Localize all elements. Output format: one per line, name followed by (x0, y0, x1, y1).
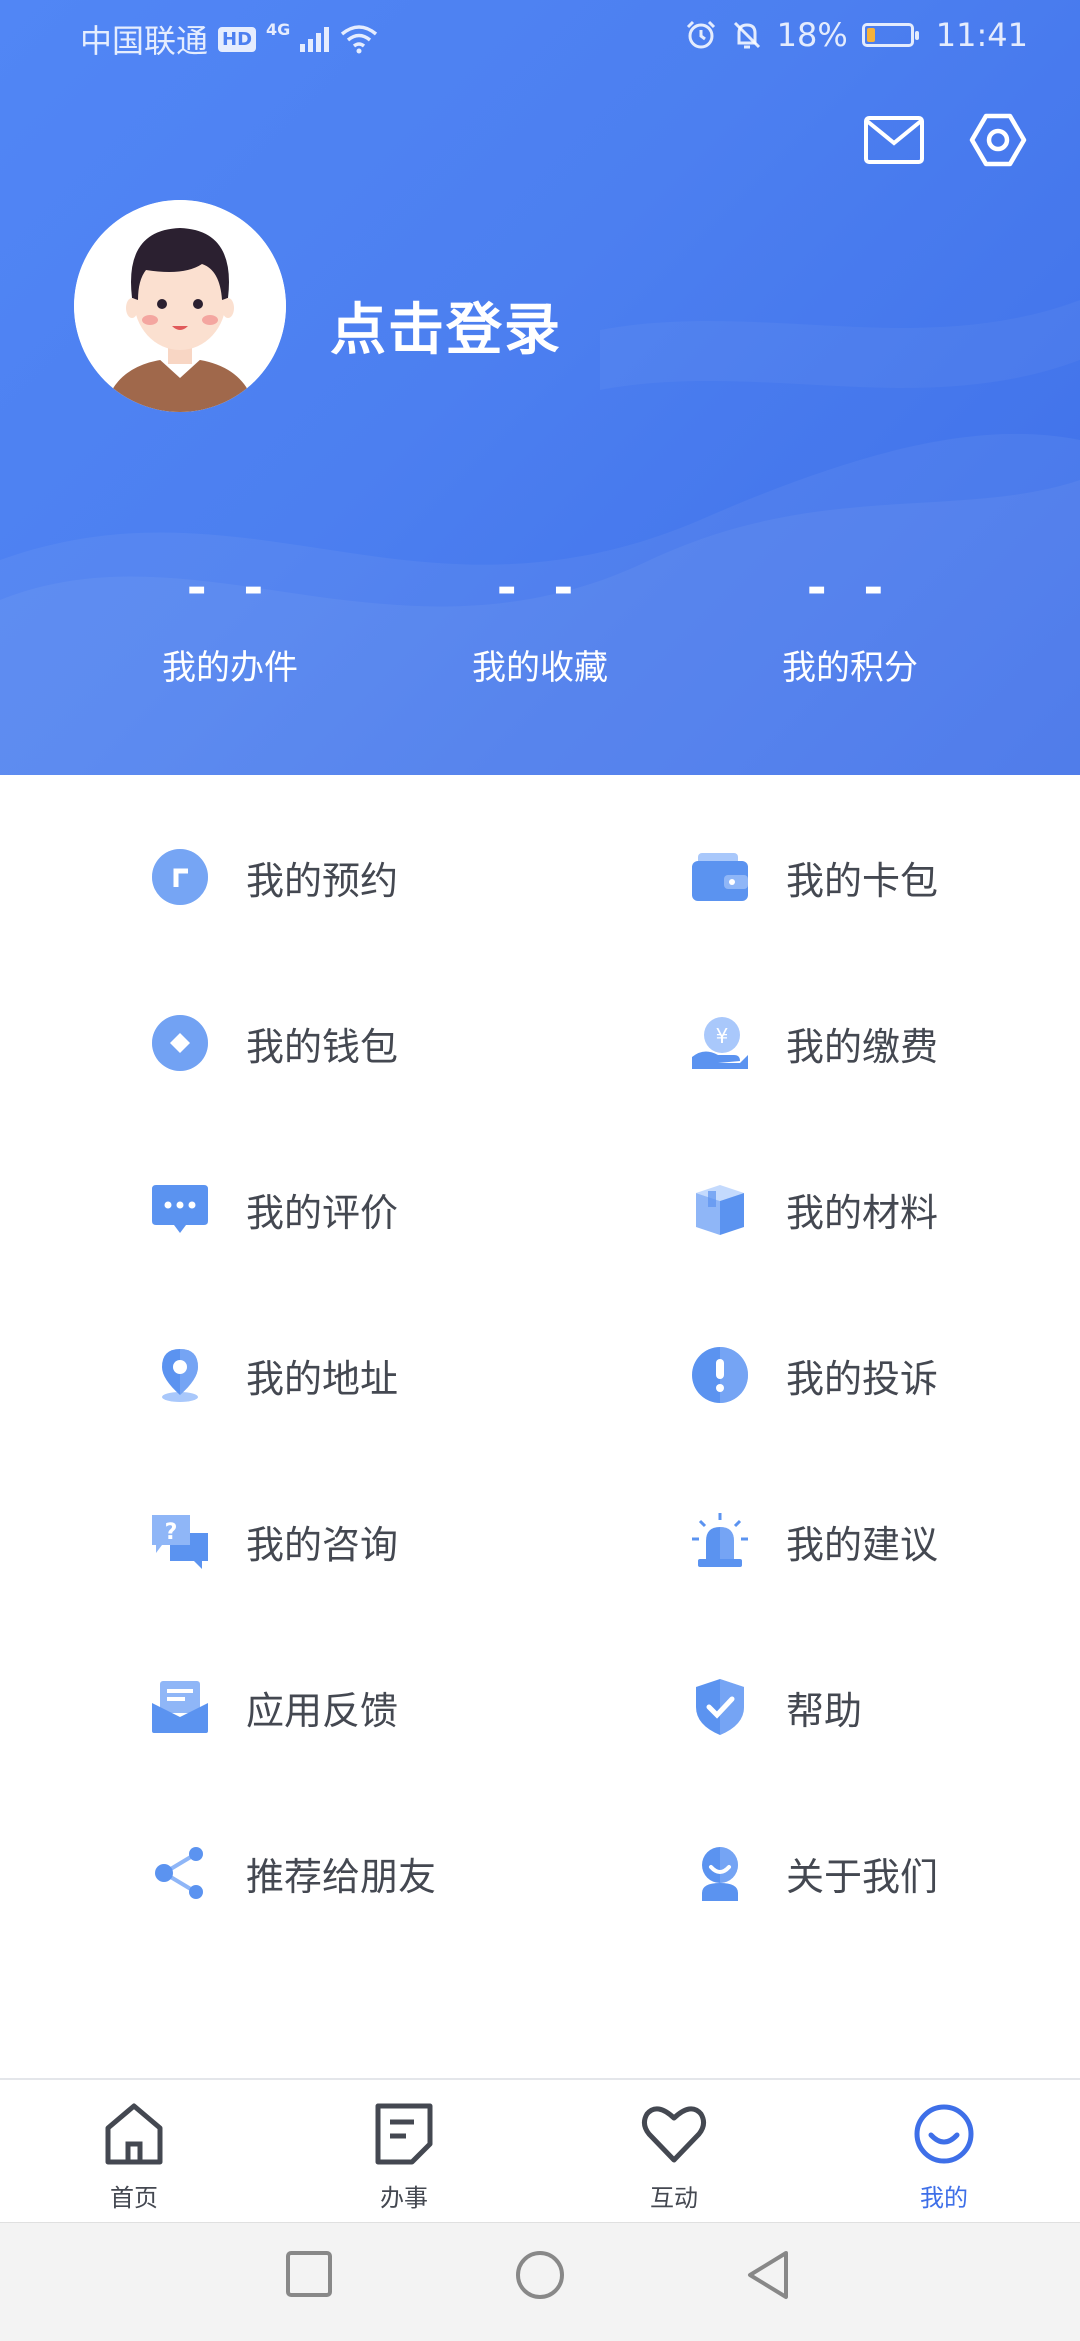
wifi-icon (341, 25, 378, 54)
card-wallet-icon (688, 845, 752, 909)
home-button[interactable] (514, 2249, 566, 2305)
menu-item-label: 帮助 (786, 1688, 863, 1733)
avatar[interactable] (74, 200, 286, 412)
wallet-icon (148, 1011, 212, 1075)
menu-item-share[interactable]: 推荐给朋友 (148, 1823, 436, 1923)
settings-button[interactable] (966, 108, 1030, 172)
tab-mine[interactable]: 我的 (874, 2098, 1014, 2213)
mail-icon (864, 116, 924, 164)
avatar-boy-icon (74, 200, 286, 412)
menu-item-label: 我的建议 (786, 1522, 939, 1567)
bottom-tab-bar: 首页 办事 互动 我的 (0, 2078, 1080, 2223)
signal-icon (300, 26, 330, 52)
appointment-icon (148, 845, 212, 909)
menu-item-consult[interactable]: ? 我的咨询 (148, 1491, 398, 1591)
header-actions (862, 108, 1030, 172)
home-icon (64, 2098, 204, 2170)
menu-item-label: 我的地址 (246, 1356, 399, 1401)
feedback-icon (148, 1675, 212, 1739)
menu-item-comment[interactable]: 我的评价 (148, 1159, 398, 1259)
stat-label: 我的办件 (162, 648, 298, 688)
help-shield-icon (688, 1675, 752, 1739)
tab-interaction[interactable]: 互动 (604, 2098, 744, 2213)
message-button[interactable] (862, 108, 926, 172)
recent-apps-button[interactable] (284, 2249, 334, 2303)
menu-item-card-wallet[interactable]: 我的卡包 (688, 827, 938, 927)
menu-item-address[interactable]: 我的地址 (148, 1325, 398, 1425)
menu-item-complaint[interactable]: 我的投诉 (688, 1325, 938, 1425)
stat-my-points[interactable]: - - 我的积分 (720, 560, 980, 689)
stat-label: 我的积分 (782, 648, 918, 688)
menu-item-help[interactable]: 帮助 (688, 1657, 862, 1757)
comment-icon (148, 1177, 212, 1241)
status-bar: 中国联通 HD 4G 18% 11:41 (0, 0, 1080, 72)
menu-item-feedback[interactable]: 应用反馈 (148, 1657, 398, 1757)
menu-item-label: 我的材料 (786, 1190, 939, 1235)
back-button[interactable] (744, 2249, 792, 2305)
complaint-icon (688, 1343, 752, 1407)
tab-label: 我的 (920, 2184, 968, 2212)
profile-header: 中国联通 HD 4G 18% 11:41 点击登录 - - 我的办件 - - 我… (0, 0, 1080, 775)
battery-percent: 18% (776, 16, 848, 54)
menu-item-about[interactable]: 关于我们 (688, 1823, 938, 1923)
menu-item-materials[interactable]: 我的材料 (688, 1159, 938, 1259)
battery-fill (866, 28, 876, 42)
alarm-icon (686, 20, 715, 49)
menu-item-suggestion[interactable]: 我的建议 (688, 1491, 938, 1591)
square-icon (286, 2251, 332, 2297)
menu-item-label: 应用反馈 (246, 1688, 399, 1733)
status-left: 中国联通 HD 4G (80, 16, 379, 62)
network-type: 4G (266, 19, 291, 39)
document-icon (334, 2098, 474, 2170)
svg-text:?: ? (165, 1520, 178, 1545)
login-link[interactable]: 点击登录 (330, 285, 562, 366)
menu-item-label: 我的咨询 (246, 1522, 399, 1567)
share-icon (148, 1841, 212, 1905)
circle-icon (516, 2251, 564, 2299)
hd-badge: HD (218, 26, 257, 52)
menu-item-label: 我的钱包 (246, 1024, 399, 1069)
clock: 11:41 (935, 16, 1028, 54)
about-icon (688, 1841, 752, 1905)
location-icon (148, 1343, 212, 1407)
settings-hexagon-icon (969, 113, 1027, 167)
carrier-name: 中国联通 (80, 22, 209, 60)
stat-value: - - (806, 560, 894, 616)
mute-bell-icon (733, 21, 760, 49)
tab-label: 互动 (650, 2184, 698, 2212)
stat-value: - - (496, 560, 584, 616)
heart-icon (604, 2098, 744, 2170)
system-navigation-bar (0, 2222, 1080, 2341)
suggestion-icon (688, 1509, 752, 1573)
svg-text:¥: ¥ (716, 1024, 729, 1048)
menu-item-label: 推荐给朋友 (246, 1854, 437, 1899)
menu-item-label: 我的预约 (246, 858, 399, 903)
menu-item-appointment[interactable]: 我的预约 (148, 827, 398, 927)
menu-item-label: 我的缴费 (786, 1024, 939, 1069)
menu-item-label: 我的投诉 (786, 1356, 939, 1401)
smile-icon (874, 2098, 1014, 2170)
consult-icon: ? (148, 1509, 212, 1573)
stat-my-favorites[interactable]: - - 我的收藏 (410, 560, 670, 689)
status-right: 18% 11:41 (685, 16, 1028, 54)
stat-label: 我的收藏 (472, 648, 608, 688)
battery-icon (861, 23, 919, 47)
menu-item-label: 我的评价 (246, 1190, 399, 1235)
stat-my-cases[interactable]: - - 我的办件 (100, 560, 360, 689)
tab-home[interactable]: 首页 (64, 2098, 204, 2213)
materials-icon (688, 1177, 752, 1241)
menu-item-label: 关于我们 (786, 1854, 939, 1899)
tab-label: 首页 (110, 2184, 158, 2212)
back-triangle-icon (748, 2251, 788, 2299)
stat-value: - - (186, 560, 274, 616)
menu-item-payment[interactable]: ¥ 我的缴费 (688, 993, 938, 1093)
tab-services[interactable]: 办事 (334, 2098, 474, 2213)
payment-icon: ¥ (688, 1011, 752, 1075)
menu-item-label: 我的卡包 (786, 858, 939, 903)
menu-item-wallet[interactable]: 我的钱包 (148, 993, 398, 1093)
tab-label: 办事 (380, 2184, 428, 2212)
